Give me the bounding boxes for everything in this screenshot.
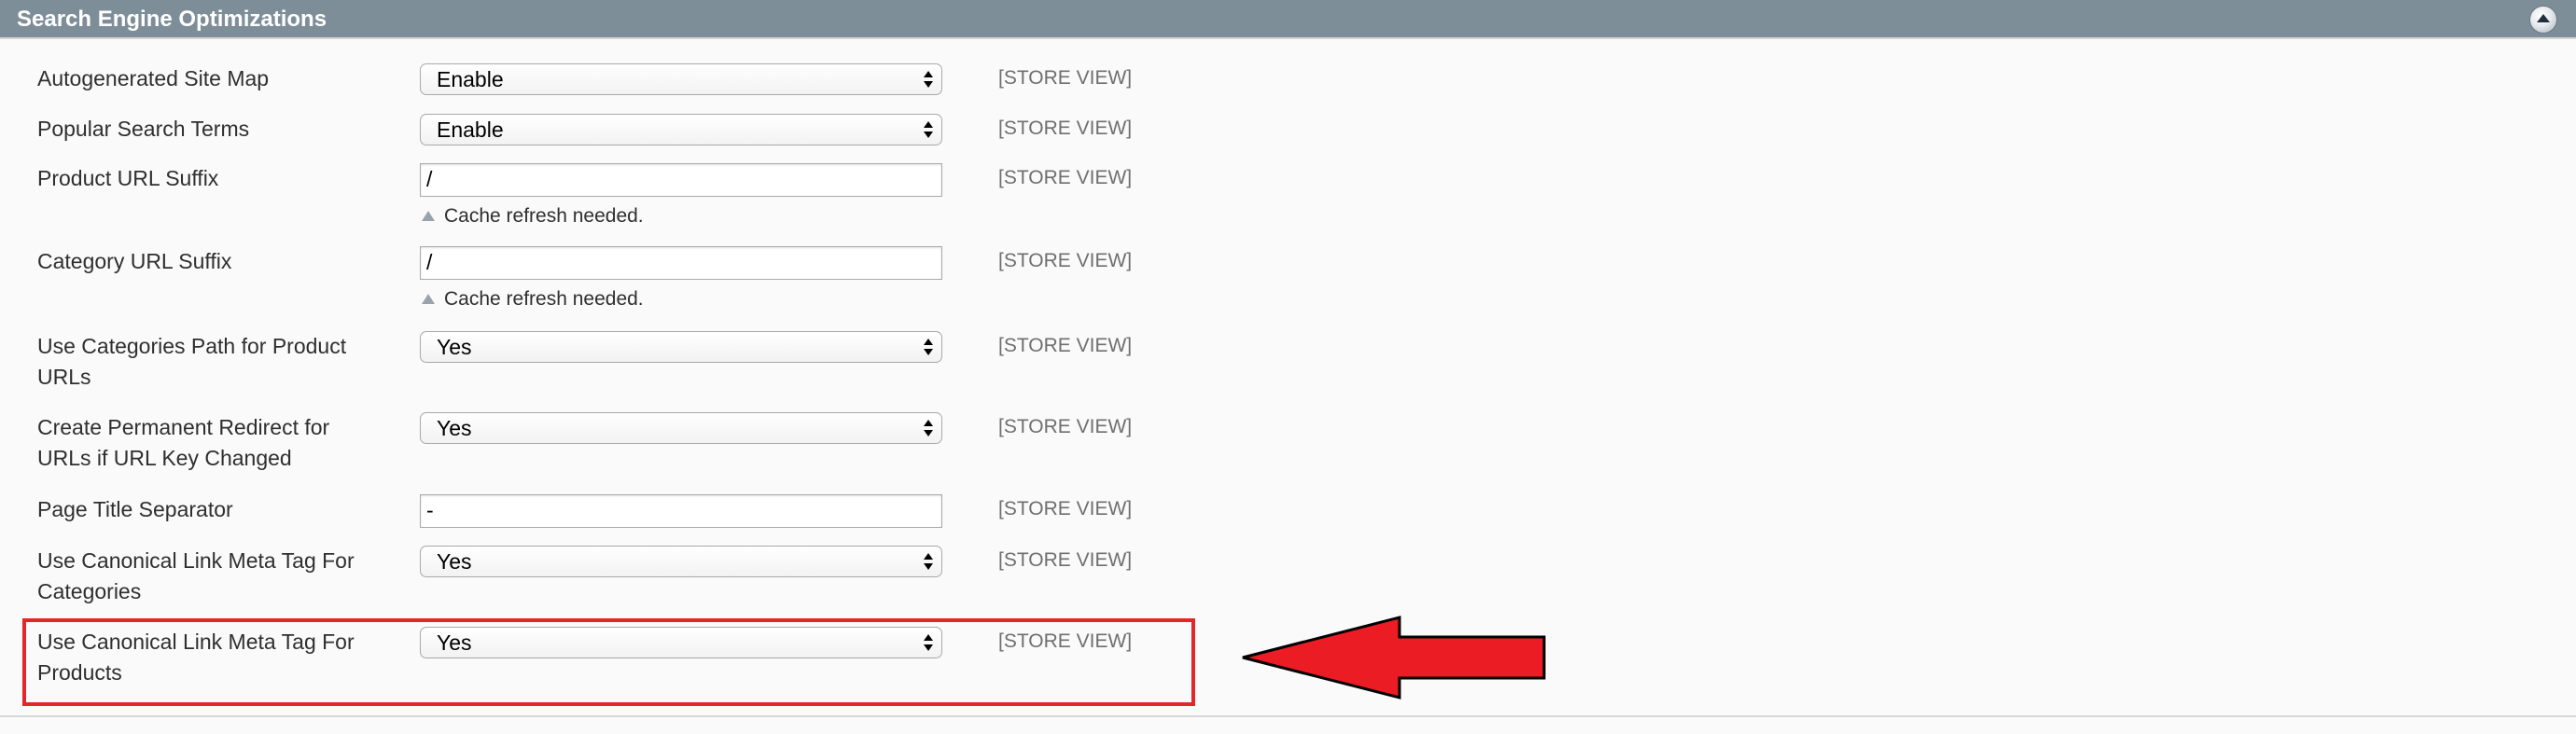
product-url-suffix-input[interactable]: / (420, 163, 942, 197)
section-header[interactable]: Search Engine Optimizations (0, 0, 2576, 39)
select-arrows-icon (924, 553, 933, 570)
category-url-suffix-input[interactable]: / (420, 246, 942, 280)
select-value: Enable (437, 118, 504, 142)
canonical-categories-select[interactable]: Yes (420, 546, 942, 577)
select-value: Yes (437, 335, 472, 359)
field-label: Product URL Suffix (37, 166, 219, 190)
select-arrows-icon (924, 71, 933, 88)
permanent-redirect-select[interactable]: Yes (420, 412, 942, 444)
field-label: Use Canonical Link Meta Tag For Categori… (37, 548, 355, 603)
select-arrows-icon (924, 339, 933, 355)
popular-search-terms-select[interactable]: Enable (420, 114, 942, 145)
autogenerated-site-map-select[interactable]: Enable (420, 63, 942, 95)
field-label: Create Permanent Redirect for URLs if UR… (37, 415, 330, 470)
select-arrows-icon (924, 420, 933, 436)
cache-refresh-note: Cache refresh needed. (422, 205, 644, 228)
section-title: Search Engine Optimizations (17, 7, 327, 32)
cache-refresh-note: Cache refresh needed. (422, 288, 644, 311)
use-categories-path-select[interactable]: Yes (420, 331, 942, 363)
highlight-box (22, 618, 1195, 706)
scope-label: [STORE VIEW] (998, 335, 1133, 356)
field-label: Popular Search Terms (37, 117, 250, 141)
warning-triangle-icon (422, 294, 435, 304)
select-value: Enable (437, 67, 504, 91)
field-label: Page Title Separator (37, 497, 233, 521)
admin-config-page: Search Engine Optimizations Autogenerate… (0, 0, 2576, 734)
select-value: Yes (437, 549, 472, 574)
scope-label: [STORE VIEW] (998, 67, 1133, 89)
warning-triangle-icon (422, 211, 435, 221)
page-title-separator-input[interactable]: - (420, 494, 942, 528)
field-label: Use Categories Path for Product URLs (37, 334, 347, 389)
field-label: Autogenerated Site Map (37, 66, 270, 90)
scope-label: [STORE VIEW] (998, 167, 1133, 188)
select-value: Yes (437, 416, 472, 440)
scope-label: [STORE VIEW] (998, 118, 1133, 139)
left-arrow-icon (1242, 616, 1546, 699)
scope-label: [STORE VIEW] (998, 416, 1133, 437)
scope-label: [STORE VIEW] (998, 498, 1133, 519)
select-arrows-icon (924, 121, 933, 138)
scope-label: [STORE VIEW] (998, 250, 1133, 271)
collapse-up-icon[interactable] (2529, 6, 2557, 34)
scope-label: [STORE VIEW] (998, 549, 1133, 571)
field-label: Category URL Suffix (37, 249, 232, 273)
note-text: Cache refresh needed. (444, 205, 644, 227)
note-text: Cache refresh needed. (444, 288, 644, 310)
